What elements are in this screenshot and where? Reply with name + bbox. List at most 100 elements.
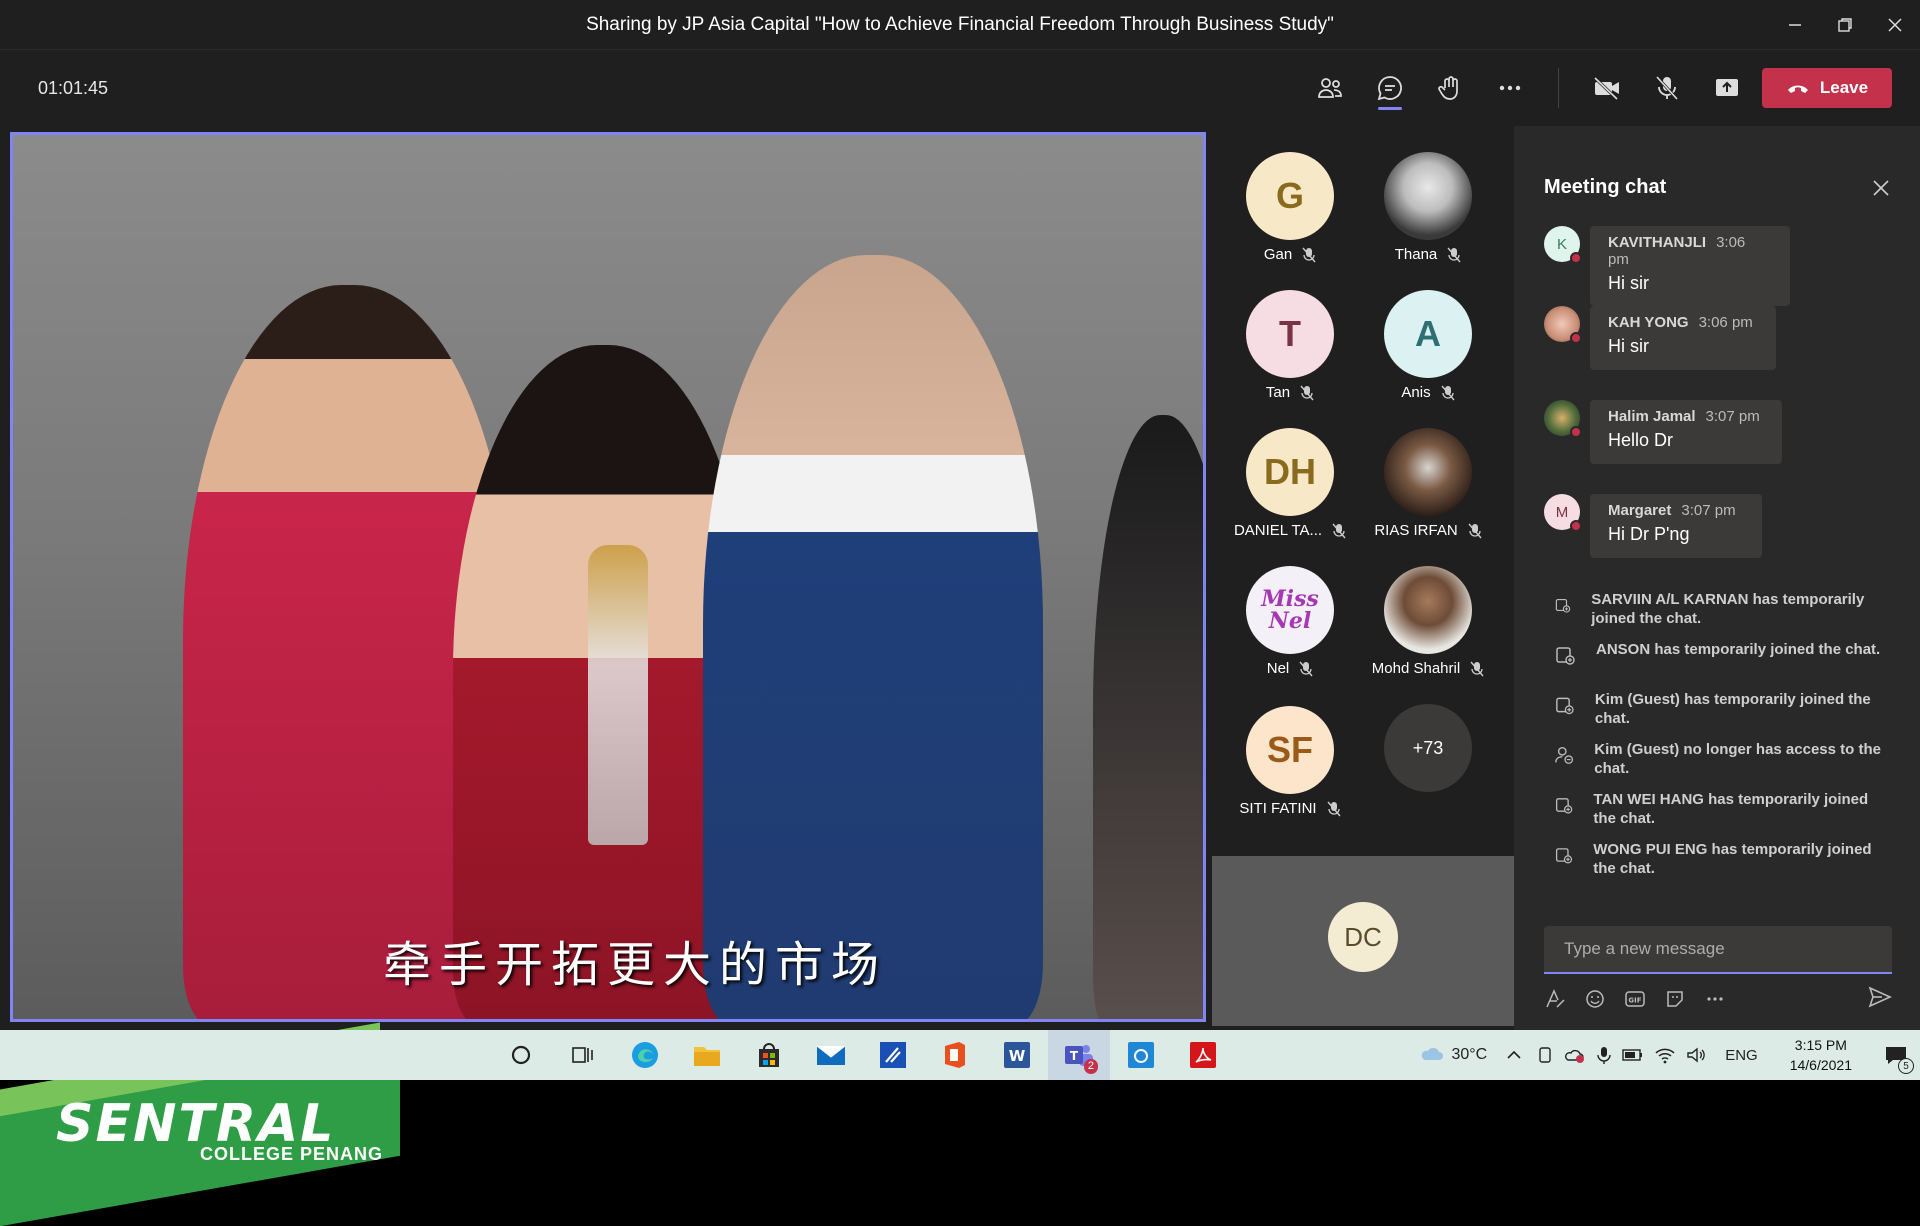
taskbar-store[interactable] (738, 1030, 800, 1080)
share-content-button[interactable] (1697, 58, 1757, 118)
meeting-timer: 01:01:45 (38, 77, 109, 98)
emoji-icon[interactable] (1584, 988, 1606, 1010)
show-chat-button[interactable] (1360, 58, 1420, 118)
taskbar-file-explorer[interactable] (676, 1030, 738, 1080)
close-window-button[interactable] (1870, 0, 1920, 50)
notification-center-button[interactable]: 5 (1872, 1030, 1920, 1080)
system-message: SARVIIN A/L KARNAN has temporarily joine… (1554, 590, 1894, 628)
muted-mic-icon (1327, 801, 1341, 816)
avatar-logo: Miss Nel (1246, 566, 1334, 654)
chat-message[interactable]: K KAVITHANJLI 3:06 pm Hi sir (1544, 226, 1790, 306)
battery-icon[interactable] (1622, 1048, 1644, 1062)
taskbar-edge[interactable] (614, 1030, 676, 1080)
microphone-icon[interactable] (1596, 1045, 1612, 1065)
message-time: 3:07 pm (1681, 502, 1736, 519)
avatar: A (1384, 290, 1472, 378)
show-participants-button[interactable] (1300, 58, 1360, 118)
more-participants-tile[interactable]: +73 (1358, 704, 1498, 842)
chevron-up-icon[interactable] (1505, 1046, 1523, 1064)
overflow-participant-panel[interactable]: DC (1212, 856, 1514, 1026)
participant-tile[interactable]: Thana (1358, 152, 1498, 290)
taskbar-word[interactable]: W (986, 1030, 1048, 1080)
system-message: TAN WEI HANG has temporarily joined the … (1554, 790, 1894, 828)
mic-toggle-button[interactable] (1637, 58, 1697, 118)
chat-icon (1377, 76, 1402, 101)
taskbar-office[interactable] (924, 1030, 986, 1080)
chat-message[interactable]: M Margaret 3:07 pm Hi Dr P'ng (1544, 494, 1762, 558)
gif-icon[interactable]: GIF (1624, 988, 1646, 1010)
system-message-text: SARVIIN A/L KARNAN has temporarily joine… (1591, 591, 1865, 627)
participant-tile[interactable]: T Tan (1220, 290, 1360, 428)
more-icon (1499, 85, 1521, 91)
format-icon[interactable] (1544, 988, 1566, 1010)
restore-icon (1838, 18, 1852, 32)
camera-toggle-button[interactable] (1577, 58, 1637, 118)
taskbar-app-blue[interactable] (862, 1030, 924, 1080)
pen-app-icon (880, 1042, 906, 1068)
windows-taskbar: W T 2 30°C ENG 3:15 PM 14/6/2021 5 (0, 1030, 1920, 1080)
wifi-icon[interactable] (1654, 1046, 1676, 1064)
taskbar-teams[interactable]: T 2 (1048, 1030, 1110, 1080)
participant-tile[interactable]: DH DANIEL TA... (1220, 428, 1360, 566)
busy-status-dot (1570, 520, 1582, 532)
raise-hand-button[interactable] (1420, 58, 1480, 118)
clock-date: 14/6/2021 (1789, 1057, 1852, 1073)
taskbar-camera-app[interactable] (1110, 1030, 1172, 1080)
send-button[interactable] (1868, 986, 1892, 1013)
restore-button[interactable] (1820, 0, 1870, 50)
volume-icon[interactable] (1686, 1046, 1708, 1064)
more-icon[interactable] (1704, 988, 1726, 1010)
minimize-button[interactable] (1770, 0, 1820, 50)
participant-tile[interactable]: SF SITI FATINI (1220, 706, 1360, 844)
avatar-photo (1384, 152, 1472, 240)
weather-temperature[interactable]: 30°C (1451, 1046, 1487, 1064)
taskbar-acrobat[interactable] (1172, 1030, 1234, 1080)
participant-tile[interactable]: Miss Nel Nel (1220, 566, 1360, 704)
folder-icon (694, 1047, 720, 1066)
close-icon (1873, 180, 1889, 196)
meeting-stage: 牵手开拓更大的市场 SENTRAL COLLEGE PENANG G Gan T… (0, 126, 1514, 1226)
more-actions-button[interactable] (1480, 58, 1540, 118)
muted-mic-icon (1300, 385, 1314, 400)
joined-chat-icon (1556, 647, 1575, 665)
message-text: Hi sir (1608, 336, 1649, 356)
sticker-icon[interactable] (1664, 988, 1686, 1010)
taskbar-task-view[interactable] (552, 1030, 614, 1080)
office-icon (945, 1042, 965, 1068)
system-message: ANSON has temporarily joined the chat. (1554, 640, 1894, 666)
input-language[interactable]: ENG (1725, 1047, 1758, 1064)
device-icon[interactable] (1536, 1046, 1554, 1064)
participant-name: RIAS IRFAN (1374, 522, 1458, 539)
avatar-photo (1384, 428, 1472, 516)
message-bubble: KAH YONG 3:06 pm Hi sir (1590, 306, 1776, 370)
taskbar-search[interactable] (490, 1030, 552, 1080)
avatar: G (1246, 152, 1334, 240)
busy-status-dot (1570, 252, 1582, 264)
cortana-icon (511, 1045, 531, 1065)
participant-tile[interactable]: Mohd Shahril (1358, 566, 1498, 704)
leave-button[interactable]: Leave (1762, 68, 1892, 108)
chat-message[interactable]: KAH YONG 3:06 pm Hi sir (1544, 306, 1776, 370)
send-icon (1868, 986, 1892, 1008)
notification-count: 5 (1898, 1058, 1914, 1074)
raise-hand-icon (1438, 76, 1458, 100)
left-chat-icon (1555, 746, 1574, 764)
close-chat-button[interactable] (1872, 176, 1890, 204)
avatar-photo (1544, 306, 1582, 344)
muted-mic-icon (1332, 523, 1346, 538)
svg-text:W: W (1009, 1047, 1026, 1065)
participant-tile[interactable]: RIAS IRFAN (1358, 428, 1498, 566)
video-person-right (703, 255, 1043, 1019)
pdf-icon (1190, 1042, 1216, 1068)
cloud-sync-icon[interactable] (1564, 1046, 1586, 1064)
shared-video[interactable]: 牵手开拓更大的市场 (10, 132, 1206, 1022)
compose-input[interactable] (1564, 939, 1872, 959)
participant-tile[interactable]: G Gan (1220, 152, 1360, 290)
participant-tile[interactable]: A Anis (1358, 290, 1498, 428)
message-compose-box[interactable] (1544, 926, 1892, 974)
joined-chat-icon (1555, 848, 1573, 864)
chat-message[interactable]: Halim Jamal 3:07 pm Hello Dr (1544, 400, 1782, 464)
taskbar-clock[interactable]: 3:15 PM 14/6/2021 (1790, 1035, 1852, 1075)
taskbar-mail[interactable] (800, 1030, 862, 1080)
window-titlebar: Sharing by JP Asia Capital "How to Achie… (0, 0, 1920, 50)
